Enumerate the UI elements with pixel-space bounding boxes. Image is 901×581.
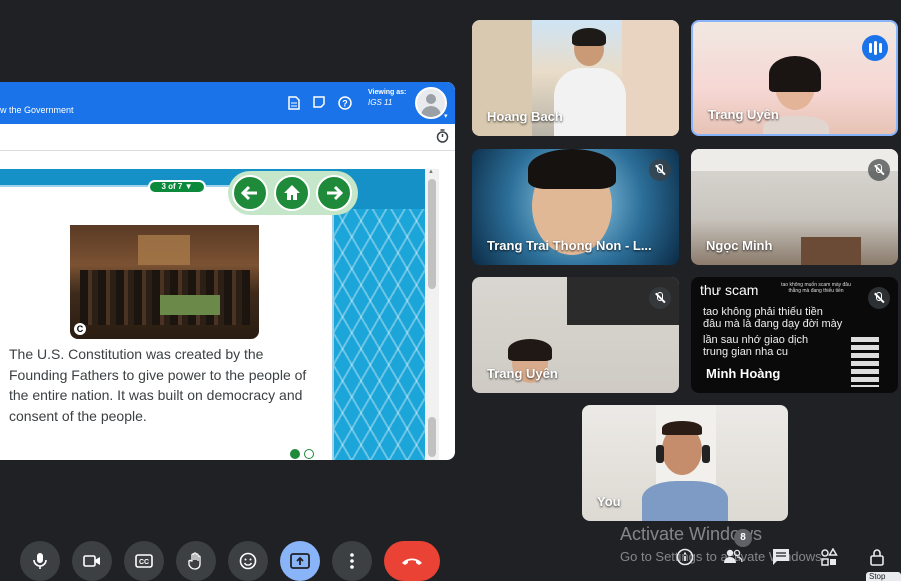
avatar-dropdown-icon[interactable]: ▾ [444, 112, 448, 120]
shared-presentation: w the Government ? Viewing as: IGS 11 ▾ [0, 82, 455, 460]
pager-dot[interactable] [304, 449, 314, 459]
mic-off-icon [868, 287, 890, 309]
self-view-tile[interactable]: You [582, 405, 788, 521]
phone-image [851, 337, 879, 387]
svg-text:?: ? [342, 99, 348, 109]
slide-body-text: The U.S. Constitution was created by the… [9, 346, 307, 424]
participant-tile[interactable]: Hoang Bach [472, 20, 679, 136]
more-options-button[interactable] [332, 541, 372, 581]
emoji-button[interactable] [228, 541, 268, 581]
participant-tile[interactable]: Trang Trai Thong Non - L... [472, 149, 679, 265]
overlay-text-title: thư scam [700, 282, 759, 298]
participants-count-badge: 8 [734, 529, 752, 547]
pager-dot-active[interactable] [290, 449, 300, 459]
people-icon[interactable] [721, 548, 745, 572]
overlay-text: tao không phải thiếu tiền [703, 306, 823, 318]
slide-decoration [334, 209, 425, 460]
copyright-icon: C [74, 323, 86, 335]
participant-name: Ngọc Minh [706, 238, 773, 253]
chat-icon[interactable] [769, 548, 793, 572]
presentation-subbar [0, 124, 455, 151]
participant-tile[interactable]: Trang Uyên [472, 277, 679, 393]
speaking-indicator-icon [862, 35, 888, 61]
participant-name: Minh Hoàng [706, 366, 781, 381]
svg-text:CC: CC [139, 559, 149, 566]
scroll-thumb[interactable] [428, 179, 436, 289]
presentation-title: w the Government [0, 105, 74, 115]
mic-off-icon [868, 159, 890, 181]
overlay-text-small: tao không muốn scam mày đâu thằng mà đan… [781, 282, 851, 294]
user-avatar-icon[interactable] [415, 87, 447, 119]
info-icon[interactable] [673, 548, 697, 572]
help-icon[interactable]: ? [338, 96, 352, 110]
overlay-text: đâu mà là đang dạy đời mày [703, 318, 843, 330]
participant-name: Trang Uyên [708, 107, 779, 122]
participant-tile[interactable]: Ngọc Minh [691, 149, 898, 265]
camera-button[interactable] [72, 541, 112, 581]
presentation-scrollbar[interactable]: ▲ [425, 169, 439, 460]
activities-icon[interactable] [817, 547, 841, 572]
overlay-text: trung gian nha cu [703, 346, 789, 358]
timer-icon[interactable] [436, 129, 449, 146]
mic-off-icon [649, 159, 671, 181]
home-icon[interactable] [274, 175, 310, 211]
scroll-thumb-lower[interactable] [428, 417, 436, 457]
document-icon[interactable] [287, 96, 301, 110]
viewing-as-label: Viewing as: [368, 89, 407, 96]
participant-tile[interactable]: thư scam tao không muốn scam mày đâu thằ… [691, 277, 898, 393]
participant-name: Trang Trai Thong Non - L... [487, 238, 652, 253]
constitution-painting: C [70, 225, 259, 339]
mic-off-icon [649, 287, 671, 309]
lock-icon[interactable] [865, 548, 889, 572]
page-indicator[interactable]: 3 of 7 ▼ [148, 180, 206, 194]
arrow-right-icon[interactable] [316, 175, 352, 211]
participant-name: Hoang Bach [487, 109, 563, 124]
arrow-left-icon[interactable] [232, 175, 268, 211]
present-button[interactable] [280, 541, 320, 581]
sticky-note-icon[interactable] [312, 96, 326, 110]
slide-navigation [228, 171, 358, 215]
slide-card: C The U.S. Constitution was created by t… [0, 185, 334, 460]
end-call-button[interactable] [384, 541, 440, 581]
participant-tile-active-speaker[interactable]: Trang Uyên [691, 20, 898, 136]
scroll-up-icon[interactable]: ▲ [428, 169, 434, 175]
mic-button[interactable] [20, 541, 60, 581]
raise-hand-button[interactable] [176, 541, 216, 581]
slide: C The U.S. Constitution was created by t… [0, 169, 425, 460]
captions-button[interactable]: CC [124, 541, 164, 581]
participant-name: Trang Uyên [487, 366, 558, 381]
tooltip: Stop [866, 572, 901, 581]
meet-window: w the Government ? Viewing as: IGS 11 ▾ [0, 0, 901, 581]
overlay-text: lần sau nhớ giao dịch [703, 334, 809, 346]
presentation-toolbar: w the Government ? Viewing as: IGS 11 ▾ [0, 82, 455, 124]
participant-name: You [597, 494, 621, 509]
viewing-as-value: IGS 11 [368, 98, 393, 107]
